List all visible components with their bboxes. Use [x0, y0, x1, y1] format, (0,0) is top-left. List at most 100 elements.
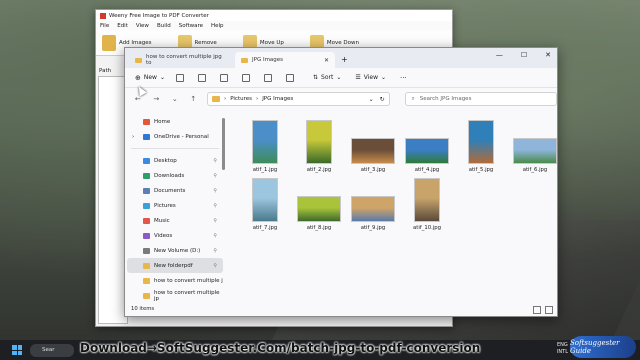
image-file[interactable]: atif_7.jpg: [237, 178, 293, 231]
image-file[interactable]: atif_8.jpg: [291, 196, 347, 231]
sidebar-item[interactable]: Videos ⚲: [127, 228, 223, 243]
window-controls: — ☐ ✕: [496, 51, 551, 59]
folder-icon: [143, 262, 150, 269]
menu-edit[interactable]: Edit: [117, 23, 128, 29]
image-thumbnail: [306, 120, 332, 164]
image-thumbnail: [405, 138, 449, 164]
menu-file[interactable]: File: [100, 23, 109, 29]
refresh-icon[interactable]: ↻: [380, 96, 385, 103]
image-file[interactable]: atif_9.jpg: [345, 196, 401, 231]
close-tab-icon[interactable]: ✕: [324, 57, 329, 64]
address-bar[interactable]: › Pictures › JPG Images ⌄ ↻: [207, 92, 390, 106]
details-view-icon[interactable]: [533, 306, 541, 314]
sidebar-item-label: Home: [154, 118, 171, 125]
file-name: atif_8.jpg: [306, 225, 332, 231]
sidebar-item[interactable]: Documents ⚲: [127, 183, 223, 198]
tab-jpg-images[interactable]: JPG Images ✕: [235, 52, 335, 68]
file-name: atif_9.jpg: [360, 225, 386, 231]
sidebar-item[interactable]: New folderpdf ⚲: [127, 258, 223, 273]
folder-icon: [143, 292, 150, 299]
image-thumbnail: [252, 178, 278, 222]
app-menu-bar: File Edit View Build Software Help: [96, 21, 452, 30]
file-name: atif_4.jpg: [414, 167, 440, 173]
image-thumbnail: [414, 178, 440, 222]
image-file[interactable]: atif_10.jpg: [399, 178, 455, 231]
sidebar-item[interactable]: how to convert multiple j: [127, 273, 223, 288]
sidebar-item[interactable]: Desktop ⚲: [127, 153, 223, 168]
file-name: atif_7.jpg: [252, 225, 278, 231]
download-banner: Download→SoftSuggester.Com/batch-jpg-to-…: [80, 341, 481, 355]
copy-icon[interactable]: [198, 73, 206, 82]
delete-icon[interactable]: [286, 73, 294, 82]
sidebar-item-label: Pictures: [154, 202, 176, 209]
recent-chevron-icon[interactable]: ⌄: [170, 95, 180, 103]
breadcrumb-pictures[interactable]: Pictures: [230, 96, 252, 102]
chevron-down-icon: ⌄: [336, 74, 342, 81]
maximize-button[interactable]: ☐: [521, 51, 527, 59]
close-button[interactable]: ✕: [545, 51, 551, 59]
image-file[interactable]: atif_4.jpg: [399, 138, 455, 173]
folder-icon: [212, 96, 220, 102]
breadcrumb-jpg-images[interactable]: JPG Images: [262, 96, 293, 102]
search-placeholder: Search JPG Images: [419, 96, 472, 102]
sidebar-item[interactable]: how to convert multiple jp: [127, 288, 223, 303]
folder-icon: [241, 57, 248, 63]
new-tab-button[interactable]: +: [341, 55, 348, 64]
tab-how-to-convert[interactable]: how to convert multiple jpg to: [129, 52, 235, 68]
menu-build[interactable]: Build: [157, 23, 171, 29]
sidebar-item[interactable]: New Volume (D:) ⚲: [127, 243, 223, 258]
menu-software[interactable]: Software: [179, 23, 203, 29]
cut-icon[interactable]: [176, 73, 184, 82]
remove-label: Remove: [194, 39, 217, 46]
breadcrumb-separator: ›: [255, 96, 259, 102]
tiles-view-icon[interactable]: [545, 306, 553, 314]
expand-chevron-icon[interactable]: ›: [132, 134, 134, 140]
sidebar-item-label: New Volume (D:): [154, 247, 201, 254]
sidebar-item-label: Desktop: [154, 157, 177, 164]
image-file[interactable]: atif_2.jpg: [291, 120, 347, 173]
sidebar-item[interactable]: Pictures ⚲: [127, 198, 223, 213]
up-arrow-icon[interactable]: ↑: [189, 95, 199, 103]
more-options-button[interactable]: ···: [400, 74, 407, 82]
pin-icon: ⚲: [213, 247, 217, 254]
image-file[interactable]: atif_3.jpg: [345, 138, 401, 173]
language-indicator[interactable]: ENG INTL: [557, 342, 568, 356]
address-chevron-icon[interactable]: ⌄: [369, 96, 374, 103]
sidebar-item[interactable]: Home: [127, 114, 223, 129]
pin-icon: ⚲: [213, 217, 217, 224]
sidebar-item[interactable]: › OneDrive - Personal: [127, 129, 223, 144]
folder-icon: [143, 247, 150, 254]
view-icon: ☰: [355, 74, 361, 81]
new-button[interactable]: ⊕ New ⌄: [135, 74, 167, 82]
pin-icon: ⚲: [213, 232, 217, 239]
rename-icon[interactable]: [242, 73, 250, 82]
item-count: 10 items: [131, 306, 155, 312]
taskbar-search[interactable]: Sear: [30, 343, 74, 357]
sidebar-scrollbar[interactable]: [222, 118, 225, 170]
menu-help[interactable]: Help: [211, 23, 224, 29]
image-file[interactable]: atif_1.jpg: [237, 120, 293, 173]
view-button[interactable]: ☰ View ⌄: [355, 74, 386, 81]
navigation-pane: Home › OneDrive - Personal Desktop ⚲ Download…: [127, 114, 223, 304]
image-thumbnail: [252, 120, 278, 164]
windows-start-icon[interactable]: [12, 345, 22, 355]
search-box[interactable]: ⌕ Search JPG Images: [404, 92, 558, 106]
address-row: ← → ⌄ ↑ › Pictures › JPG Images ⌄ ↻ ⌕ Se…: [125, 88, 558, 110]
image-thumbnail: [351, 138, 395, 164]
minimize-button[interactable]: —: [496, 51, 503, 59]
file-explorer-window[interactable]: how to convert multiple jpg to JPG Image…: [124, 47, 558, 317]
image-file[interactable]: atif_6.jpg: [507, 138, 563, 173]
sidebar-item[interactable]: Downloads ⚲: [127, 168, 223, 183]
folder-icon: [143, 232, 150, 239]
paste-icon[interactable]: [220, 73, 228, 82]
share-icon[interactable]: [264, 73, 272, 82]
file-name: atif_2.jpg: [306, 167, 332, 173]
forward-arrow-icon[interactable]: →: [152, 95, 162, 103]
back-arrow-icon[interactable]: ←: [133, 95, 143, 103]
sort-button[interactable]: ⇅ Sort ⌄: [313, 74, 341, 81]
add-images-label: Add Images: [119, 39, 152, 46]
image-file[interactable]: atif_5.jpg: [453, 120, 509, 173]
menu-view[interactable]: View: [136, 23, 149, 29]
sidebar-item-label: how to convert multiple jp: [154, 289, 220, 302]
sidebar-item[interactable]: Music ⚲: [127, 213, 223, 228]
